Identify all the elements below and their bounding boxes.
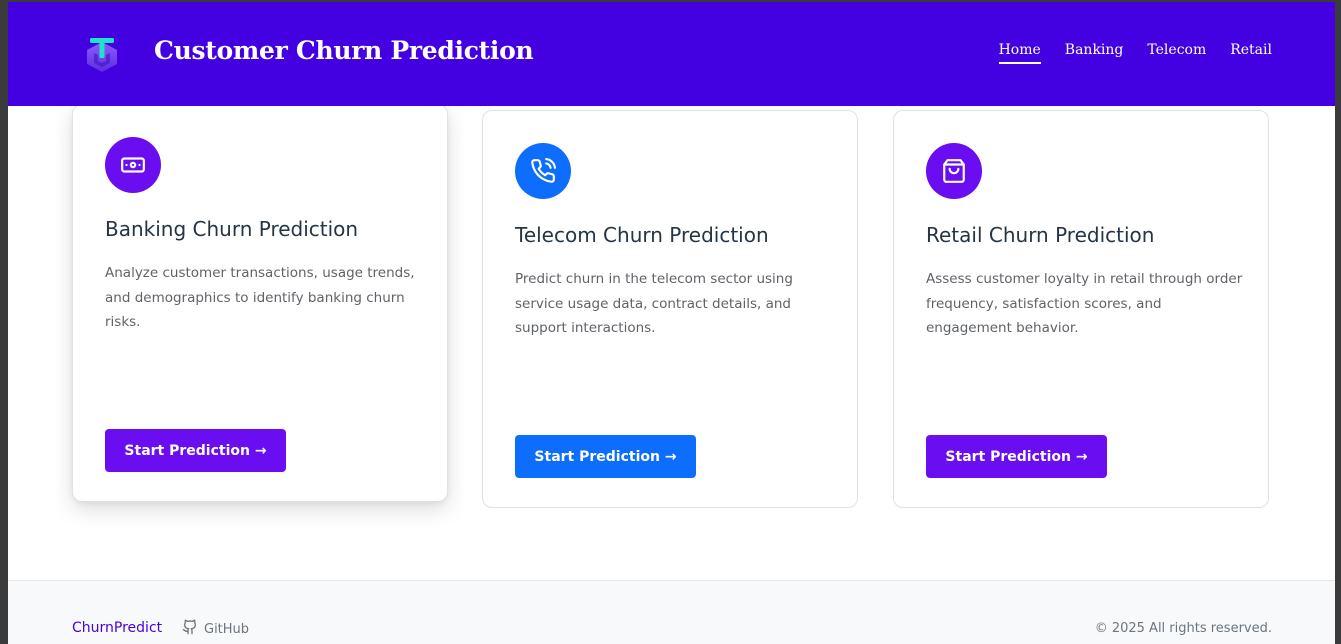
logo-icon[interactable] xyxy=(84,34,120,74)
nav-home[interactable]: Home xyxy=(998,42,1041,64)
telecom-card: Telecom Churn Prediction Predict churn i… xyxy=(482,110,858,508)
site-footer: ChurnPredict GitHub © 2025 All rights re… xyxy=(8,580,1335,644)
start-prediction-button[interactable]: Start Prediction → xyxy=(515,435,696,478)
card-title: Telecom Churn Prediction xyxy=(515,223,769,247)
banking-card: Banking Churn Prediction Analyze custome… xyxy=(72,104,448,502)
page: Customer Churn Prediction Home Banking T… xyxy=(8,2,1335,644)
card-title: Banking Churn Prediction xyxy=(105,217,359,241)
github-link[interactable]: GitHub xyxy=(182,619,249,639)
retail-card: Retail Churn Prediction Assess customer … xyxy=(893,110,1269,508)
nav-retail[interactable]: Retail xyxy=(1230,42,1272,64)
card-description: Predict churn in the telecom sector usin… xyxy=(515,271,793,336)
card-description: Analyze customer transactions, usage tre… xyxy=(105,265,415,330)
money-icon xyxy=(105,137,161,193)
phone-icon xyxy=(515,143,571,199)
nav-banking[interactable]: Banking xyxy=(1065,42,1124,64)
shopping-bag-icon xyxy=(926,143,982,199)
github-label: GitHub xyxy=(204,621,250,637)
main-nav: Home Banking Telecom Retail xyxy=(998,42,1272,64)
footer-brand-link[interactable]: ChurnPredict xyxy=(72,620,162,636)
site-title: Customer Churn Prediction xyxy=(154,36,534,65)
start-prediction-button[interactable]: Start Prediction → xyxy=(926,435,1107,478)
github-icon xyxy=(182,619,198,639)
start-prediction-button[interactable]: Start Prediction → xyxy=(105,429,286,472)
site-header: Customer Churn Prediction Home Banking T… xyxy=(8,2,1335,106)
card-description: Assess customer loyalty in retail throug… xyxy=(926,271,1243,336)
copyright-text: © 2025 All rights reserved. xyxy=(1094,621,1272,636)
nav-telecom[interactable]: Telecom xyxy=(1147,42,1206,64)
card-title: Retail Churn Prediction xyxy=(926,223,1155,247)
